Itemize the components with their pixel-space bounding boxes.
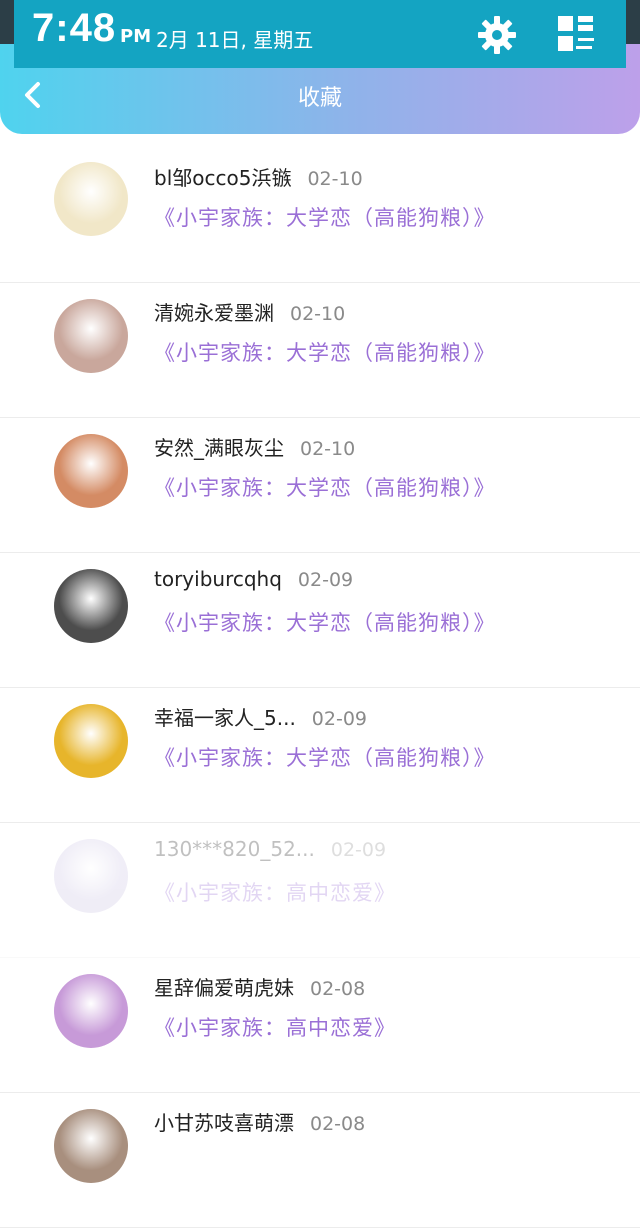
user-name-text: toryiburcqhq [154, 567, 282, 591]
user-name-text: 130***820_52... [154, 837, 315, 861]
status-ampm: PM [120, 26, 152, 47]
date-tag: 02-10 [290, 303, 346, 325]
avatar[interactable] [54, 569, 128, 643]
page-title: 收藏 [297, 86, 342, 111]
list-item[interactable]: 130***820_52... 02-09 《小宇家族：高中恋爱》 [0, 823, 640, 958]
gear-icon[interactable] [476, 14, 518, 56]
work-title-link[interactable]: 《小宇家族：大学恋（高能狗粮）》 [154, 337, 496, 367]
date-tag: 02-09 [297, 569, 354, 591]
user-name-text: 星辞偏爱萌虎妹 [154, 976, 294, 1000]
user-name[interactable]: bl邹occo5浜镞 02-10 [154, 162, 363, 191]
user-name[interactable]: 130***820_52... 02-09 [154, 837, 386, 861]
user-name[interactable]: toryiburcqhq 02-09 [154, 567, 353, 591]
date-tag: 02-09 [330, 839, 387, 861]
user-name[interactable]: 安然_满眼灰尘 02-10 [154, 432, 355, 461]
user-name-text: 清婉永爱墨渊 [154, 301, 274, 325]
list-item[interactable]: 星辞偏爱萌虎妹 02-08 《小宇家族：高中恋爱》 [0, 958, 640, 1093]
date-tag: 02-10 [307, 168, 363, 190]
date-tag: 02-09 [311, 708, 368, 730]
status-date: 2月 11日, 星期五 [156, 28, 314, 52]
list-item[interactable]: 幸福一家人_5... 02-09 《小宇家族：大学恋（高能狗粮）》 [0, 688, 640, 823]
work-title-link[interactable]: 《小宇家族：大学恋（高能狗粮）》 [154, 607, 496, 637]
status-edge-left [0, 0, 14, 44]
header-bar: 7:48 PM 2月 11日, 星期五 收藏 [0, 0, 640, 134]
user-name-text: 安然_满眼灰尘 [154, 436, 284, 460]
user-name-text: bl邹occo5浜镞 [154, 166, 292, 190]
avatar[interactable] [54, 162, 128, 236]
list-item[interactable]: toryiburcqhq 02-09 《小宇家族：大学恋（高能狗粮）》 [0, 553, 640, 688]
list-item[interactable]: 安然_满眼灰尘 02-10 《小宇家族：大学恋（高能狗粮）》 [0, 418, 640, 553]
favorites-list: bl邹occo5浜镞 02-10 《小宇家族：大学恋（高能狗粮）》 清婉永爱墨渊 02-… [0, 148, 640, 1228]
list-item[interactable]: bl邹occo5浜镞 02-10 《小宇家族：大学恋（高能狗粮）》 [0, 148, 640, 283]
date-tag: 02-08 [310, 1113, 366, 1135]
avatar[interactable] [54, 299, 128, 373]
work-title-link[interactable]: 《小宇家族：大学恋（高能狗粮）》 [154, 202, 496, 232]
work-title-link[interactable]: 《小宇家族：高中恋爱》 [154, 877, 396, 907]
grid-toggle-icon[interactable] [556, 14, 596, 54]
avatar[interactable] [54, 974, 128, 1048]
user-name[interactable]: 幸福一家人_5... 02-09 [154, 702, 367, 731]
list-item[interactable]: 清婉永爱墨渊 02-10 《小宇家族：大学恋（高能狗粮）》 [0, 283, 640, 418]
status-edge-right [626, 0, 640, 44]
work-title-link[interactable]: 《小宇家族：大学恋（高能狗粮）》 [154, 742, 496, 772]
status-time: 7:48 [32, 6, 117, 50]
work-title-link[interactable]: 《小宇家族：大学恋（高能狗粮）》 [154, 472, 496, 502]
user-name[interactable]: 星辞偏爱萌虎妹 02-08 [154, 972, 365, 1001]
user-name-text: 小甘苏吱喜萌漂 [154, 1111, 294, 1135]
avatar[interactable] [54, 1109, 128, 1183]
avatar[interactable] [54, 434, 128, 508]
date-tag: 02-10 [300, 438, 356, 460]
avatar[interactable] [54, 839, 128, 913]
list-item[interactable]: 小甘苏吱喜萌漂 02-08 [0, 1093, 640, 1228]
work-title-link[interactable]: 《小宇家族：高中恋爱》 [154, 1012, 396, 1042]
avatar[interactable] [54, 704, 128, 778]
user-name[interactable]: 清婉永爱墨渊 02-10 [154, 297, 345, 326]
user-name[interactable]: 小甘苏吱喜萌漂 02-08 [154, 1107, 365, 1136]
status-bar: 7:48 PM 2月 11日, 星期五 [14, 0, 626, 68]
date-tag: 02-08 [310, 978, 366, 1000]
user-name-text: 幸福一家人_5... [154, 706, 296, 730]
